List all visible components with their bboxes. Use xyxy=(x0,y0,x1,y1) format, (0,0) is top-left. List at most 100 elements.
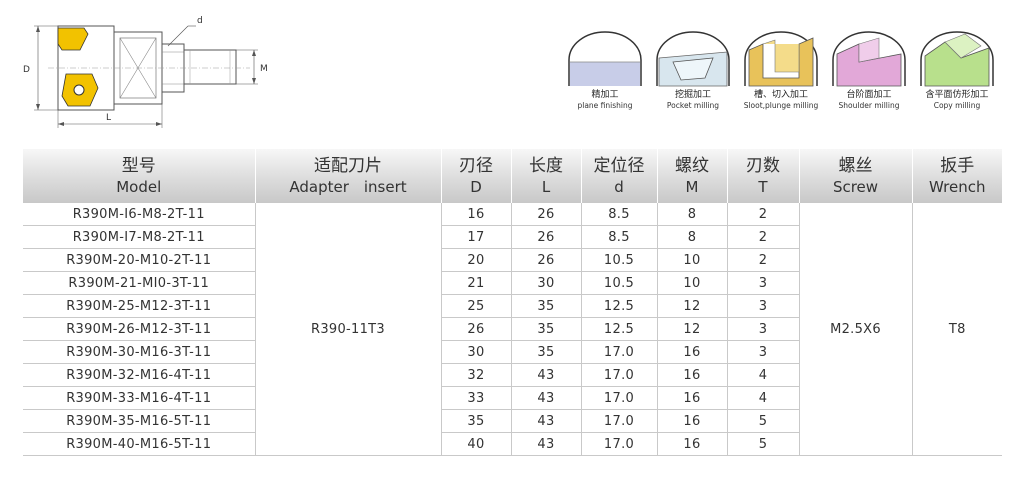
header-wrench: 扳手 Wrench xyxy=(911,149,1002,203)
cell-d: 12.5 xyxy=(580,317,657,341)
operation-cn: 挖掘加工 xyxy=(674,90,711,100)
cell-M: 16 xyxy=(656,432,727,456)
cell-D: 32 xyxy=(440,363,511,387)
cell-M: 16 xyxy=(656,386,727,410)
cell-T: 4 xyxy=(726,363,799,387)
operation-cn: 含平面仿形加工 xyxy=(925,90,989,100)
operation-cn: 精加工 xyxy=(591,90,619,100)
cell-D: 21 xyxy=(440,271,511,295)
header-screw: 螺丝 Screw xyxy=(798,149,912,203)
cell-d: 17.0 xyxy=(580,363,657,387)
operation-shoulder-milling: 台阶面加工 Shoulder milling xyxy=(824,28,914,110)
cell-T: 4 xyxy=(726,386,799,410)
cell-d: 10.5 xyxy=(580,248,657,272)
cell-T: 2 xyxy=(726,203,799,226)
slot-plunge-milling-icon xyxy=(744,31,818,87)
table-header-row: 型号 Model 适配刀片 Adapter insert 刃径 D 长度 L 定位径 d … xyxy=(23,149,1002,203)
cell-T: 2 xyxy=(726,248,799,272)
cell-wrench: T8 xyxy=(911,203,1002,456)
cell-L: 26 xyxy=(510,225,581,249)
header-T: 刃数 T xyxy=(726,149,799,203)
cell-model: R390M-20-M10-2T-11 xyxy=(23,248,255,272)
cell-model: R390M-26-M12-3T-11 xyxy=(23,317,255,341)
operation-en: plane finishing xyxy=(577,101,633,110)
cell-D: 17 xyxy=(440,225,511,249)
cell-L: 35 xyxy=(510,317,581,341)
cell-adapter-insert: R390-11T3 xyxy=(254,203,441,456)
table-row: R390M-I6-M8-2T-11 R390-11T3 16 26 8.5 8 2 M2.5X… xyxy=(23,203,1002,456)
cell-L: 43 xyxy=(510,409,581,433)
operation-cn: 槽、切入加工 xyxy=(753,90,808,100)
label-d-small: d xyxy=(197,16,203,26)
cell-model: R390M-40-M16-5T-11 xyxy=(23,432,255,456)
cell-T: 3 xyxy=(726,271,799,295)
label-M: M xyxy=(260,64,268,74)
header-D: 刃径 D xyxy=(440,149,511,203)
cell-D: 26 xyxy=(440,317,511,341)
operation-pocket-milling: 挖掘加工 Pocket milling xyxy=(648,28,738,110)
cell-screw: M2.5X6 xyxy=(798,203,912,456)
cell-T: 2 xyxy=(726,225,799,249)
cell-M: 10 xyxy=(656,271,727,295)
operation-en: Pocket milling xyxy=(666,101,720,110)
copy-milling-icon xyxy=(920,31,994,87)
cell-d: 17.0 xyxy=(580,432,657,456)
cell-model: R390M-I6-M8-2T-11 xyxy=(23,203,255,226)
cell-model: R390M-35-M16-5T-11 xyxy=(23,409,255,433)
cell-d: 17.0 xyxy=(580,409,657,433)
label-D: D xyxy=(23,65,30,75)
cell-M: 8 xyxy=(656,225,727,249)
cell-M: 16 xyxy=(656,363,727,387)
table-body: R390M-I6-M8-2T-11 R390-11T3 16 26 8.5 8 2 M2.5X… xyxy=(23,203,1002,456)
cell-D: 35 xyxy=(440,409,511,433)
label-L: L xyxy=(106,113,111,123)
cell-T: 3 xyxy=(726,340,799,364)
cell-d: 10.5 xyxy=(580,271,657,295)
cell-L: 43 xyxy=(510,432,581,456)
cell-L: 26 xyxy=(510,203,581,226)
pocket-milling-icon xyxy=(656,31,730,87)
specification-table: 型号 Model 适配刀片 Adapter insert 刃径 D 长度 L 定位径 d … xyxy=(23,149,1002,456)
cell-model: R390M-33-M16-4T-11 xyxy=(23,386,255,410)
operation-copy-milling: 含平面仿形加工 Copy milling xyxy=(912,28,1002,110)
cell-d: 8.5 xyxy=(580,203,657,226)
cell-M: 10 xyxy=(656,248,727,272)
cell-model: R390M-21-MI0-3T-11 xyxy=(23,271,255,295)
cell-M: 16 xyxy=(656,409,727,433)
cell-L: 35 xyxy=(510,294,581,318)
cell-D: 25 xyxy=(440,294,511,318)
cell-D: 16 xyxy=(440,203,511,226)
cell-d: 8.5 xyxy=(580,225,657,249)
header-d: 定位径 d xyxy=(580,149,657,203)
plane-finishing-icon xyxy=(568,31,642,86)
header-L: 长度 L xyxy=(510,149,581,203)
cell-L: 30 xyxy=(510,271,581,295)
operation-plane-finishing: 精加工 plane finishing xyxy=(560,28,650,110)
cell-T: 3 xyxy=(726,294,799,318)
cell-d: 17.0 xyxy=(580,386,657,410)
operation-slot-plunge-milling: 槽、切入加工 Sloot,plunge milling xyxy=(736,28,826,110)
cell-d: 12.5 xyxy=(580,294,657,318)
operation-en: Copy milling xyxy=(933,101,981,110)
cell-model: R390M-30-M16-3T-11 xyxy=(23,340,255,364)
header-M: 螺纹 M xyxy=(656,149,727,203)
cell-L: 26 xyxy=(510,248,581,272)
cell-D: 20 xyxy=(440,248,511,272)
cell-M: 8 xyxy=(656,203,727,226)
machining-operations: 精加工 plane finishing 挖掘加工 Pocket milling … xyxy=(560,28,1010,128)
operation-en: Sloot,plunge milling xyxy=(743,101,819,110)
cell-M: 16 xyxy=(656,340,727,364)
end-mill-drawing: d D M L xyxy=(23,16,268,128)
cell-d: 17.0 xyxy=(580,340,657,364)
operation-en: Shoulder milling xyxy=(838,101,900,110)
cell-L: 43 xyxy=(510,363,581,387)
cell-D: 33 xyxy=(440,386,511,410)
shoulder-milling-icon xyxy=(832,31,906,87)
cell-model: R390M-32-M16-4T-11 xyxy=(23,363,255,387)
cell-model: R390M-25-M12-3T-11 xyxy=(23,294,255,318)
cell-L: 43 xyxy=(510,386,581,410)
cell-L: 35 xyxy=(510,340,581,364)
cell-T: 5 xyxy=(726,409,799,433)
cell-model: R390M-I7-M8-2T-11 xyxy=(23,225,255,249)
header-adapter-insert: 适配刀片 Adapter insert xyxy=(254,149,441,203)
